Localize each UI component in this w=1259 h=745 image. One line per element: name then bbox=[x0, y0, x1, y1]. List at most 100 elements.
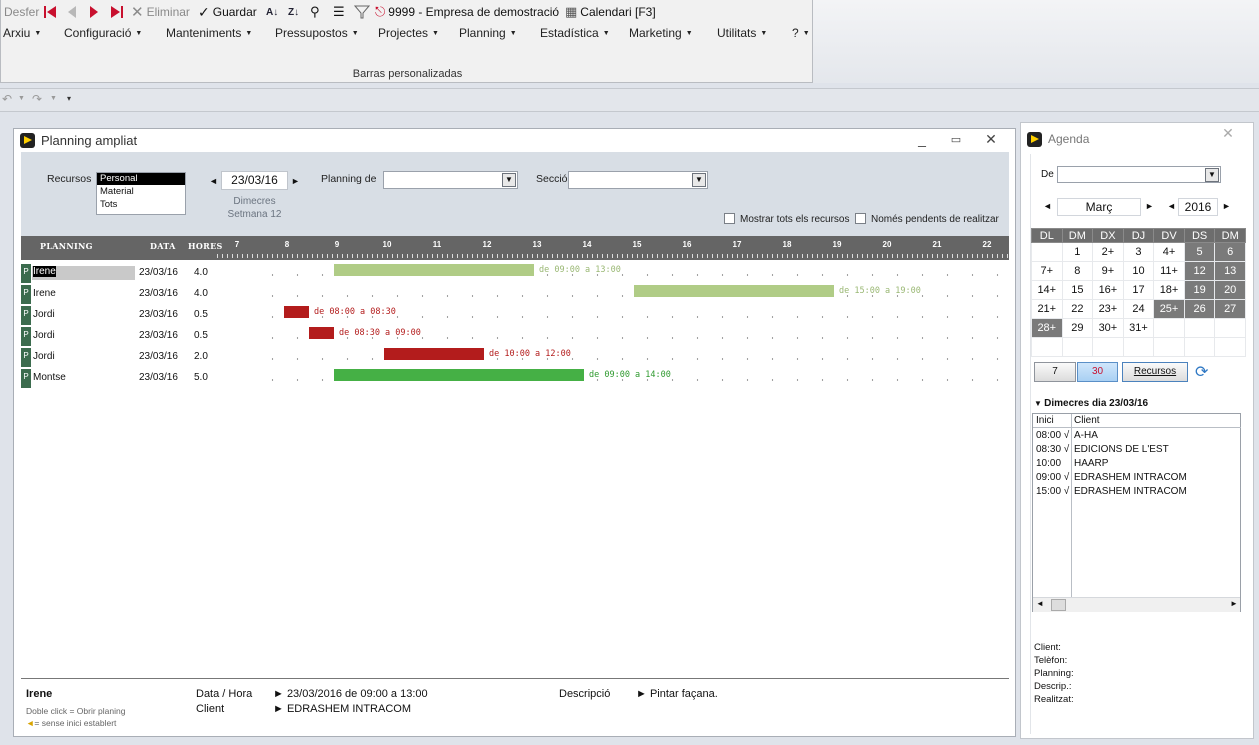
planning-bar[interactable] bbox=[284, 306, 309, 318]
dropdown-arrow-icon[interactable]: ▼ bbox=[692, 173, 706, 187]
dropdown-arrow-icon[interactable]: ▼ bbox=[502, 173, 516, 187]
redo-dropdown-icon[interactable]: ▼ bbox=[50, 95, 57, 102]
calendar-day[interactable]: 10 bbox=[1122, 261, 1155, 281]
calendar-day[interactable]: 22 bbox=[1061, 299, 1094, 319]
planning-de-select[interactable]: ▼ bbox=[383, 171, 518, 189]
calendar-day[interactable]: 1 bbox=[1061, 242, 1094, 262]
appointment-row[interactable]: 08:00 √ A-HA bbox=[1033, 429, 1241, 443]
calendar-day[interactable]: 29 bbox=[1061, 318, 1094, 338]
horizontal-scrollbar[interactable]: ◄ ► bbox=[1033, 597, 1240, 612]
prev-year-icon[interactable]: ◄ bbox=[1167, 201, 1176, 211]
menu-help[interactable]: ? ▼ bbox=[792, 26, 810, 40]
appointment-row[interactable]: 15:00 √ EDRASHEM INTRACOM bbox=[1033, 485, 1241, 499]
agenda-close-icon[interactable]: ✕ bbox=[1219, 125, 1237, 142]
menu-marketing[interactable]: Marketing ▼ bbox=[629, 26, 693, 40]
planning-type-cell[interactable]: P bbox=[21, 327, 31, 346]
calendar-day[interactable]: 4+ bbox=[1153, 242, 1185, 262]
planning-type-cell[interactable]: P bbox=[21, 369, 31, 388]
menu-utilitats[interactable]: Utilitats ▼ bbox=[717, 26, 767, 40]
recursos-listbox[interactable]: Personal Material Tots bbox=[96, 172, 186, 215]
scroll-left-icon[interactable]: ◄ bbox=[1036, 599, 1044, 608]
menu-planning[interactable]: Planning ▼ bbox=[459, 26, 517, 40]
calendar-day[interactable]: 16+ bbox=[1092, 280, 1124, 300]
view-7-days-button[interactable]: 7 bbox=[1034, 362, 1076, 382]
sort-descending-icon[interactable]: Z↓ bbox=[288, 4, 299, 20]
appointment-row[interactable]: 10:00 HAARP bbox=[1033, 457, 1241, 471]
calendar-button[interactable]: ▦ Calendari [F3] bbox=[565, 4, 656, 20]
calendar-day[interactable]: 28+ bbox=[1031, 318, 1063, 338]
calendar-day[interactable]: 21+ bbox=[1031, 299, 1063, 319]
calendar-day[interactable]: 23+ bbox=[1092, 299, 1124, 319]
dropdown-arrow-icon[interactable]: ▼ bbox=[1205, 168, 1219, 182]
calendar-day[interactable]: 15 bbox=[1061, 280, 1094, 300]
planning-row[interactable]: P Irene 23/03/16 4.0 de 09:00 a 13:00 bbox=[21, 263, 1009, 284]
recursos-option[interactable]: Personal bbox=[97, 173, 185, 185]
calendar-day[interactable]: 25+ bbox=[1153, 299, 1185, 319]
company-button[interactable]: ⎋ 9999 - Empresa de demostració bbox=[375, 4, 559, 20]
collapse-icon[interactable]: ▼ bbox=[1034, 399, 1044, 408]
planning-bar[interactable] bbox=[334, 264, 534, 276]
filter-list-icon[interactable]: ☰ bbox=[333, 4, 345, 20]
calendar-day[interactable]: 13 bbox=[1214, 261, 1246, 281]
refresh-icon[interactable]: ⟳ bbox=[1195, 362, 1208, 382]
last-record-icon[interactable] bbox=[109, 4, 125, 20]
prev-month-icon[interactable]: ◄ bbox=[1043, 201, 1052, 211]
planning-row[interactable]: P Jordi 23/03/16 0.5 de 08:00 a 08:30 bbox=[21, 305, 1009, 326]
planning-bar[interactable] bbox=[634, 285, 834, 297]
appointment-row[interactable]: 08:30 √ EDICIONS DE L'EST bbox=[1033, 443, 1241, 457]
menu-estadistica[interactable]: Estadística ▼ bbox=[540, 26, 610, 40]
next-record-icon[interactable] bbox=[87, 4, 101, 20]
calendar-day[interactable]: 14+ bbox=[1031, 280, 1063, 300]
menu-pressupostos[interactable]: Pressupostos ▼ bbox=[275, 26, 359, 40]
planning-row[interactable]: P Jordi 23/03/16 0.5 de 08:30 a 09:00 bbox=[21, 326, 1009, 347]
calendar-day[interactable]: 5 bbox=[1183, 242, 1216, 262]
calendar-day[interactable]: 6 bbox=[1214, 242, 1246, 262]
undo-dropdown-icon[interactable]: ▼ bbox=[18, 95, 25, 102]
calendar-day[interactable]: 8 bbox=[1061, 261, 1094, 281]
calendar-day[interactable]: 3 bbox=[1122, 242, 1155, 262]
calendar-day[interactable]: 11+ bbox=[1153, 261, 1185, 281]
calendar-day[interactable]: 17 bbox=[1122, 280, 1155, 300]
save-button[interactable]: ✓ Guardar bbox=[198, 4, 257, 20]
calendar-day[interactable]: 19 bbox=[1183, 280, 1216, 300]
seccio-select[interactable]: ▼ bbox=[568, 171, 708, 189]
year-input[interactable]: 2016 bbox=[1178, 198, 1218, 216]
undo-button[interactable]: Desfer bbox=[4, 4, 39, 20]
calendar-day[interactable]: 18+ bbox=[1153, 280, 1185, 300]
scroll-right-icon[interactable]: ► bbox=[1230, 599, 1238, 608]
planning-type-cell[interactable]: P bbox=[21, 264, 31, 283]
sort-ascending-icon[interactable]: A↓ bbox=[266, 4, 278, 20]
planning-type-cell[interactable]: P bbox=[21, 285, 31, 304]
first-record-icon[interactable] bbox=[42, 4, 58, 20]
menu-arxiu[interactable]: Arxiu ▼ bbox=[3, 26, 41, 40]
only-pending-checkbox[interactable]: Només pendents de realitzar bbox=[855, 213, 999, 225]
recursos-button[interactable]: Recursos bbox=[1122, 362, 1188, 382]
next-year-icon[interactable]: ► bbox=[1222, 201, 1231, 211]
recursos-option[interactable]: Tots bbox=[97, 198, 185, 211]
scroll-thumb[interactable] bbox=[1051, 599, 1066, 611]
calendar-day[interactable]: 30+ bbox=[1092, 318, 1124, 338]
planning-type-cell[interactable]: P bbox=[21, 306, 31, 325]
calendar-day[interactable]: 24 bbox=[1122, 299, 1155, 319]
menu-manteniments[interactable]: Manteniments ▼ bbox=[166, 26, 252, 40]
minimize-icon[interactable]: _ bbox=[913, 131, 931, 147]
planning-row[interactable]: P Montse 23/03/16 5.0 de 09:00 a 14:00 bbox=[21, 368, 1009, 389]
planning-bar[interactable] bbox=[309, 327, 334, 339]
customize-toolbar-icon[interactable]: ▾ bbox=[67, 94, 71, 103]
close-icon[interactable]: ✕ bbox=[982, 131, 1000, 148]
show-all-resources-checkbox[interactable]: Mostrar tots els recursos bbox=[724, 213, 849, 225]
calendar-day[interactable]: 27 bbox=[1214, 299, 1246, 319]
undo-icon[interactable]: ↶ bbox=[2, 92, 12, 106]
binoculars-icon[interactable]: ⚲ bbox=[310, 4, 320, 20]
planning-bar[interactable] bbox=[334, 369, 584, 381]
maximize-icon[interactable]: ▭ bbox=[947, 133, 965, 146]
planning-type-cell[interactable]: P bbox=[21, 348, 31, 367]
next-date-icon[interactable]: ► bbox=[291, 176, 300, 186]
prev-date-icon[interactable]: ◄ bbox=[209, 176, 218, 186]
planning-bar[interactable] bbox=[384, 348, 484, 360]
planning-row[interactable]: P Irene 23/03/16 4.0 de 15:00 a 19:00 bbox=[21, 284, 1009, 305]
delete-button[interactable]: ✕ Eliminar bbox=[131, 4, 190, 21]
month-input[interactable]: Març bbox=[1057, 198, 1141, 216]
calendar-day[interactable]: 31+ bbox=[1122, 318, 1155, 338]
calendar-day[interactable]: 2+ bbox=[1092, 242, 1124, 262]
